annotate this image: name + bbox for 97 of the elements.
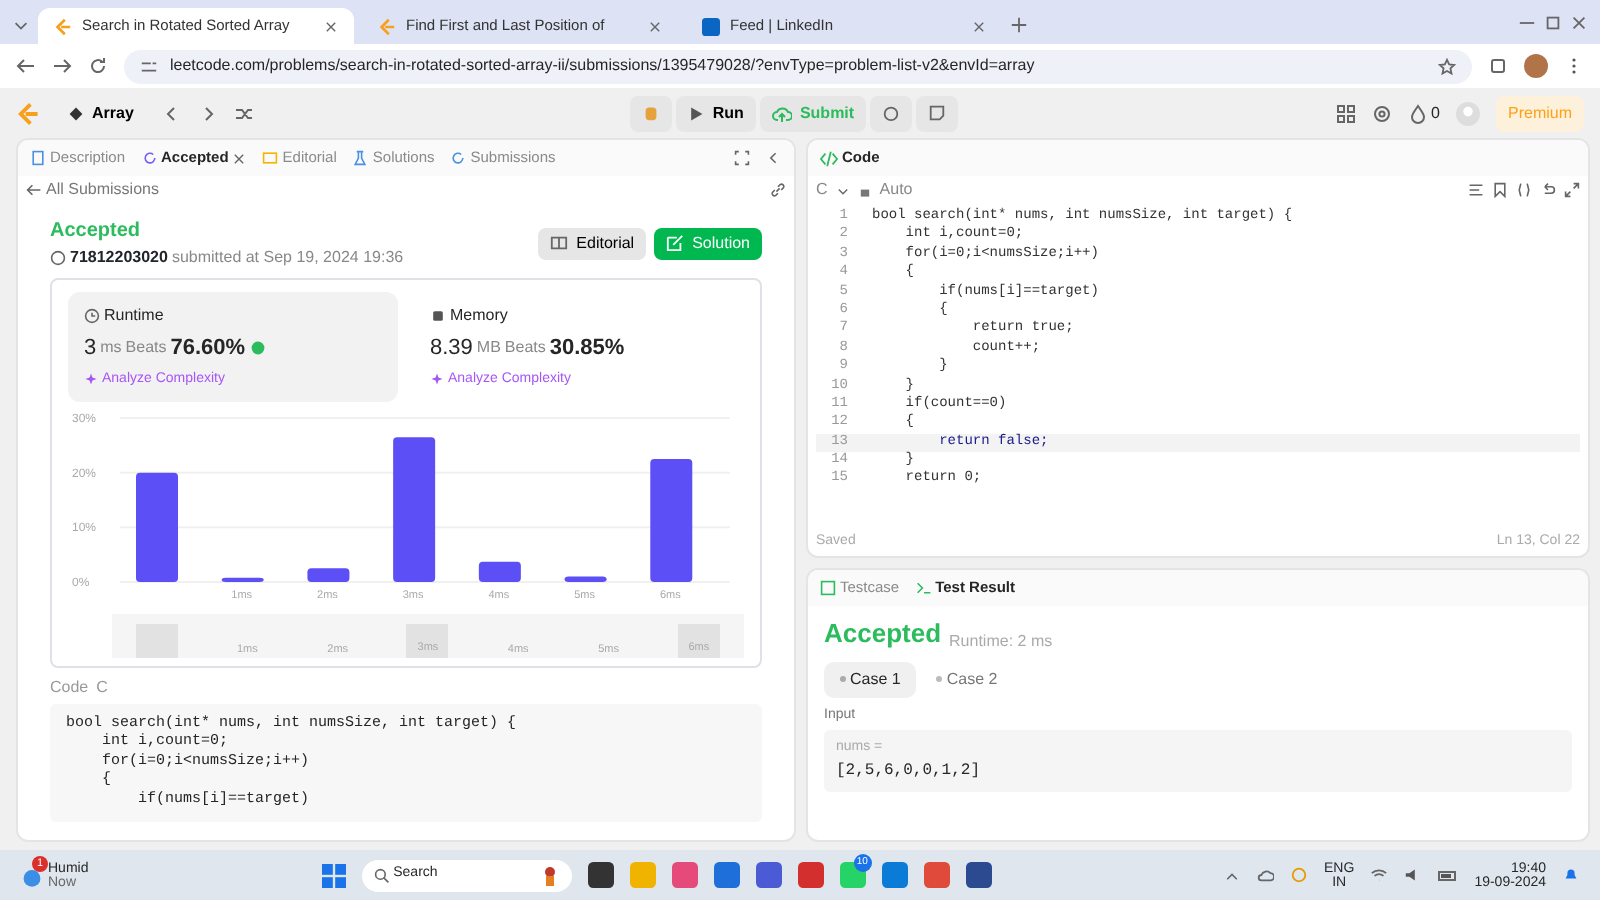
problem-list-link[interactable]: Array: [56, 95, 146, 131]
settings-icon[interactable]: [1371, 103, 1392, 123]
beats-percent: 76.60%: [170, 334, 246, 364]
run-button[interactable]: Run: [676, 95, 756, 131]
browser-icon[interactable]: [881, 862, 908, 888]
mode-label: Auto: [879, 178, 913, 202]
checkbox-icon: [820, 580, 836, 596]
leetcode-icon: [378, 17, 396, 35]
terminal-icon: [915, 580, 932, 596]
case-tab[interactable]: Case 1: [824, 661, 917, 697]
notes-button[interactable]: [916, 95, 959, 131]
bell-icon[interactable]: [1562, 866, 1580, 884]
url-text: leetcode.com/problems/search-in-rotated-sorted-array-ii/submissions/1395479028/?envType=problem-list-v2&envId=array: [170, 54, 1037, 78]
undo-icon[interactable]: [1540, 182, 1556, 198]
timer-button[interactable]: [870, 95, 913, 131]
forward-icon[interactable]: [52, 56, 72, 76]
cloud-upload-icon: [771, 103, 792, 123]
book-icon: [262, 150, 279, 166]
back-icon: [26, 182, 42, 198]
extensions-icon[interactable]: [1488, 56, 1508, 76]
format-icon[interactable]: [1468, 182, 1484, 198]
streak-count: 0: [1431, 101, 1440, 125]
reload-icon[interactable]: [88, 56, 108, 76]
param-value: [2,5,6,0,0,1,2]: [836, 759, 983, 783]
beats-label: Beats: [504, 336, 546, 361]
store-icon[interactable]: [671, 862, 698, 888]
solution-button[interactable]: Solution: [654, 227, 762, 259]
book-icon: [550, 234, 569, 252]
username[interactable]: 71812203020: [70, 246, 168, 270]
badge-icon: [249, 340, 266, 357]
bug-icon: [642, 104, 661, 122]
link-icon[interactable]: [770, 182, 786, 198]
sparkle-icon: [84, 372, 98, 387]
app-icon[interactable]: [755, 862, 782, 888]
caret-icon: [835, 183, 850, 197]
close-icon[interactable]: [972, 19, 986, 33]
linkedin-icon: [702, 17, 720, 35]
sparkle-icon: [430, 372, 444, 387]
folder-icon[interactable]: [713, 862, 740, 888]
start-icon[interactable]: [321, 863, 346, 887]
figure-icon: [539, 865, 560, 885]
runtime-text: Runtime: 2 ms: [949, 629, 1053, 653]
history-icon: [450, 150, 467, 166]
close-icon[interactable]: [1570, 14, 1588, 32]
bookmark-icon[interactable]: [1492, 182, 1508, 198]
code-label: Code: [50, 676, 89, 700]
close-icon[interactable]: [648, 19, 662, 33]
close-icon[interactable]: [232, 151, 247, 165]
shield-icon[interactable]: [797, 862, 824, 888]
expand-icon[interactable]: [1564, 182, 1580, 198]
stat-unit: MB: [476, 336, 501, 361]
braces-icon[interactable]: [1516, 182, 1532, 198]
layout-icon[interactable]: [1335, 103, 1356, 123]
code-icon: [820, 149, 838, 167]
app-icon[interactable]: [965, 862, 992, 888]
beats-label: Beats: [125, 336, 167, 361]
result-status: Accepted: [824, 616, 942, 652]
stat-value: 3: [84, 334, 97, 364]
user-icon: [50, 250, 66, 266]
cloud-icon[interactable]: [1256, 866, 1275, 884]
stat-unit: ms: [100, 336, 122, 361]
new-tab-icon[interactable]: [1010, 16, 1028, 34]
task-view-icon[interactable]: [587, 862, 614, 888]
submission-time: submitted at Sep 19, 2024 19:36: [171, 246, 404, 270]
language-select[interactable]: C: [816, 178, 828, 202]
back-icon[interactable]: [16, 56, 36, 76]
close-icon[interactable]: [324, 19, 338, 33]
note-icon: [928, 104, 947, 122]
language-label: C: [96, 676, 108, 700]
history-icon: [141, 150, 158, 166]
list-icon: [68, 105, 84, 121]
search-icon: [373, 867, 390, 883]
restore-icon[interactable]: [1544, 14, 1562, 32]
flask-icon: [352, 150, 369, 166]
avatar-icon[interactable]: [1524, 54, 1548, 78]
status-heading: Accepted: [50, 218, 143, 246]
clock-icon: [84, 308, 100, 324]
description-icon: [30, 150, 46, 166]
play-icon: [688, 105, 705, 121]
back-link[interactable]: All Submissions: [26, 178, 159, 202]
edit-icon: [666, 234, 685, 252]
beats-percent: 30.85%: [549, 334, 625, 364]
stat-title: Runtime: [104, 304, 164, 328]
collapse-icon[interactable]: [766, 150, 782, 166]
fullscreen-icon[interactable]: [734, 150, 750, 166]
case-tab[interactable]: Case 2: [920, 661, 1014, 697]
battery-icon[interactable]: [1438, 865, 1459, 885]
star-icon[interactable]: [1438, 57, 1456, 75]
stat-title: Memory: [450, 304, 508, 328]
chip-icon: [430, 308, 446, 324]
shuffle-icon[interactable]: [233, 103, 254, 123]
address-bar[interactable]: leetcode.com/problems/search-in-rotated-sorted-array-ii/submissions/1395479028/?envType=problem-list-v2&envId=array: [124, 49, 1472, 83]
browser-icon[interactable]: [923, 862, 950, 888]
stat-value: 8.39: [430, 334, 473, 364]
site-settings-icon[interactable]: [140, 57, 158, 75]
editorial-button[interactable]: Editorial: [538, 227, 647, 259]
leetcode-icon: [54, 17, 72, 35]
